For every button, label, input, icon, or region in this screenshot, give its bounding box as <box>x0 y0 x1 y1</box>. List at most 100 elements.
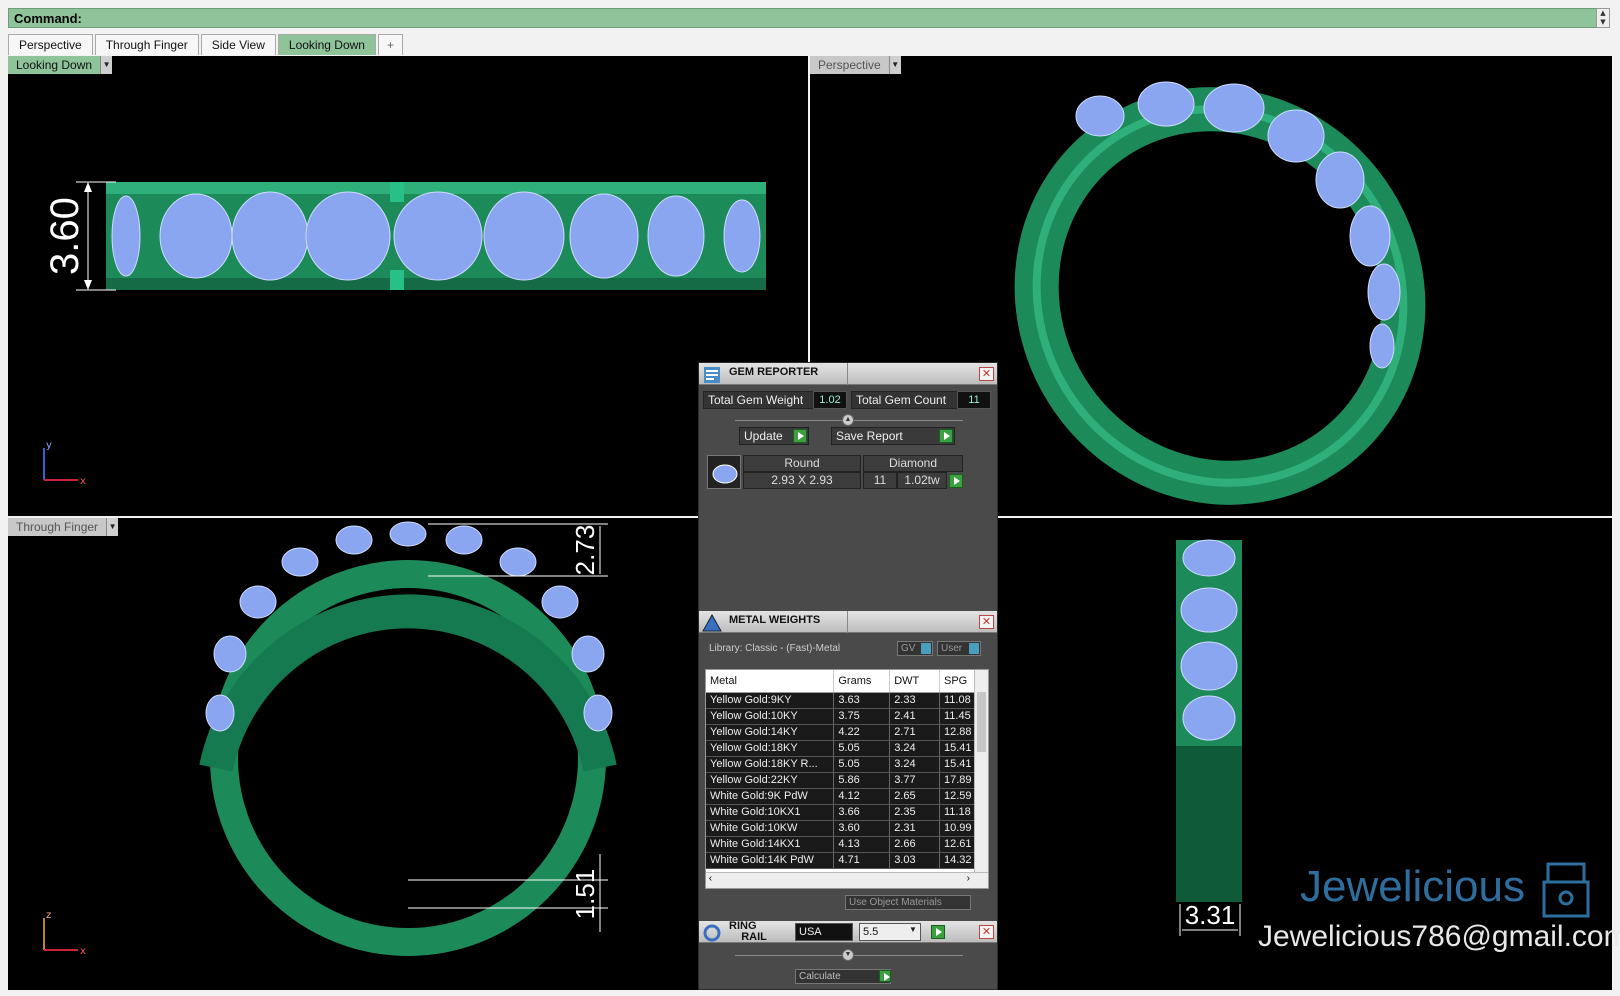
grams-cell: 4.13 <box>833 836 891 853</box>
axis-x-label: x <box>80 946 86 957</box>
total-gem-weight-value: 1.02 <box>813 391 847 409</box>
metal-cell: Yellow Gold:14KY <box>706 724 835 741</box>
spg-cell: 11.18 <box>939 804 976 821</box>
gem-row[interactable]: Round Diamond 2.93 X 2.93 11 1.02tw <box>707 455 967 489</box>
viewport-menu-through-finger[interactable]: Through Finger ▼ <box>8 518 119 536</box>
tab-looking-down[interactable]: Looking Down <box>277 34 376 55</box>
table-horizontal-scrollbar[interactable]: ‹ › <box>706 872 988 888</box>
save-report-go-icon[interactable] <box>939 429 953 443</box>
update-go-icon[interactable] <box>793 429 807 443</box>
tab-side-view[interactable]: Side View <box>200 34 276 55</box>
dwt-cell: 3.24 <box>889 756 940 773</box>
spg-cell: 17.89 <box>939 772 976 789</box>
metal-cell: Yellow Gold:18KY <box>706 740 835 757</box>
axis-x-label: x <box>80 476 86 487</box>
spg-cell: 10.99 <box>939 820 976 837</box>
spg-cell: 12.88 <box>939 724 976 741</box>
table-row[interactable]: Yellow Gold:18KY R... 5.05 3.24 15.41 <box>706 756 976 773</box>
table-row[interactable]: White Gold:10KW 3.60 2.31 10.99 <box>706 820 976 837</box>
dwt-cell: 2.33 <box>889 692 940 709</box>
metal-cell: White Gold:14KX1 <box>706 836 835 853</box>
grams-cell: 5.86 <box>833 772 891 789</box>
total-gem-count-value: 11 <box>957 391 991 409</box>
side-view-dimension: 3.31 <box>1185 900 1236 930</box>
ring-rail-go-icon[interactable] <box>931 925 945 939</box>
chevron-down-icon[interactable]: ▼ <box>106 518 119 536</box>
ring-size-region-select[interactable]: USA <box>795 923 853 941</box>
tab-through-finger[interactable]: Through Finger <box>94 34 199 55</box>
metal-cell: Yellow Gold:9KY <box>706 692 835 709</box>
metal-cell: White Gold:9K PdW <box>706 788 835 805</box>
grams-cell: 5.05 <box>833 756 891 773</box>
grams-cell: 4.22 <box>833 724 891 741</box>
close-icon[interactable]: ✕ <box>979 615 994 629</box>
through-finger-dim-bottom: 1.51 <box>570 869 600 920</box>
gem-size: 2.93 X 2.93 <box>743 472 861 489</box>
gem-type: Diamond <box>863 455 963 472</box>
table-row[interactable]: Yellow Gold:22KY 5.86 3.77 17.89 <box>706 772 976 789</box>
grams-cell: 5.05 <box>833 740 891 757</box>
close-icon[interactable]: ✕ <box>979 925 994 939</box>
collapse-toggle[interactable]: ▲ <box>842 414 854 426</box>
grams-cell: 4.71 <box>833 852 891 869</box>
chevron-down-icon[interactable]: ▼ <box>100 56 113 74</box>
dwt-cell: 3.24 <box>889 740 940 757</box>
gem-reporter-header: GEM REPORTER ✕ <box>699 363 997 385</box>
gem-shape: Round <box>743 455 861 472</box>
ring-rail-title: RING RAIL <box>729 920 767 943</box>
flask-icon <box>702 613 722 632</box>
viewport-menu-perspective[interactable]: Perspective ▼ <box>810 56 901 74</box>
col-spg[interactable]: SPG <box>939 670 976 693</box>
metal-cell: White Gold:10KW <box>706 820 835 837</box>
dwt-cell: 2.71 <box>889 724 940 741</box>
table-row[interactable]: White Gold:10KX1 3.66 2.35 11.18 <box>706 804 976 821</box>
dwt-cell: 3.77 <box>889 772 940 789</box>
email-watermark: Jewelicious786@gmail.com <box>1258 920 1620 953</box>
viewport-looking-down[interactable]: 3.60 y x Looking Down ▼ <box>8 56 808 516</box>
table-row[interactable]: White Gold:14KX1 4.13 2.66 12.61 <box>706 836 976 853</box>
table-row[interactable]: White Gold:9K PdW 4.12 2.65 12.59 <box>706 788 976 805</box>
col-metal[interactable]: Metal <box>706 670 835 693</box>
col-dwt[interactable]: DWT <box>889 670 940 693</box>
table-row[interactable]: White Gold:14K PdW 4.71 3.03 14.32 <box>706 852 976 869</box>
use-object-materials-button[interactable]: Use Object Materials <box>845 895 971 910</box>
brand-watermark: Jewelicious <box>1300 862 1525 911</box>
metal-cell: White Gold:10KX1 <box>706 804 835 821</box>
table-row[interactable]: Yellow Gold:18KY 5.05 3.24 15.41 <box>706 740 976 757</box>
viewport-through-finger[interactable]: 2.73 1.51 z x Through Finger ▼ <box>8 518 808 990</box>
command-bar[interactable]: Command: <box>8 8 1598 28</box>
table-row[interactable]: Yellow Gold:9KY 3.63 2.33 11.08 <box>706 692 976 709</box>
grams-cell: 3.66 <box>833 804 891 821</box>
table-row[interactable]: Yellow Gold:14KY 4.22 2.71 12.88 <box>706 724 976 741</box>
gem-reporter-title: GEM REPORTER <box>729 366 819 378</box>
viewport-menu-looking-down[interactable]: Looking Down ▼ <box>8 56 113 74</box>
table-row[interactable]: Yellow Gold:10KY 3.75 2.41 11.45 <box>706 708 976 725</box>
collapse-toggle[interactable]: ▼ <box>842 949 854 961</box>
metal-cell: Yellow Gold:18KY R... <box>706 756 835 773</box>
ring-box-logo-icon <box>1542 862 1590 918</box>
looking-down-dimension: 3.60 <box>43 197 87 275</box>
close-icon[interactable]: ✕ <box>979 367 994 381</box>
save-report-button[interactable]: Save Report <box>831 427 955 445</box>
calculate-button[interactable]: Calculate <box>795 969 891 984</box>
calculate-go-icon[interactable] <box>879 970 891 982</box>
tab-perspective[interactable]: Perspective <box>8 34 93 55</box>
metal-weights-header: METAL WEIGHTS ✕ <box>699 611 997 633</box>
chevron-down-icon[interactable]: ▼ <box>888 56 901 74</box>
command-scroll[interactable]: ▲ ▼ <box>1596 8 1610 28</box>
col-grams[interactable]: Grams <box>833 670 891 693</box>
metal-cell: Yellow Gold:22KY <box>706 772 835 789</box>
gem-go-icon[interactable] <box>949 474 963 488</box>
through-finger-dim-top: 2.73 <box>570 525 600 576</box>
viewport-tabs: Perspective Through Finger Side View Loo… <box>8 34 405 56</box>
spg-cell: 14.32 <box>939 852 976 869</box>
table-vertical-scrollbar[interactable] <box>974 670 988 872</box>
metal-cell: White Gold:14K PdW <box>706 852 835 869</box>
add-tab-button[interactable]: + <box>377 34 403 55</box>
gem-weight: 1.02tw <box>897 472 947 489</box>
metal-weights-title: METAL WEIGHTS <box>729 614 821 626</box>
library-label: Library: Classic - (Fast)-Metal <box>709 643 841 654</box>
user-indicator <box>969 643 979 654</box>
grams-cell: 3.60 <box>833 820 891 837</box>
chevron-down-icon[interactable]: ▼ <box>909 925 917 934</box>
